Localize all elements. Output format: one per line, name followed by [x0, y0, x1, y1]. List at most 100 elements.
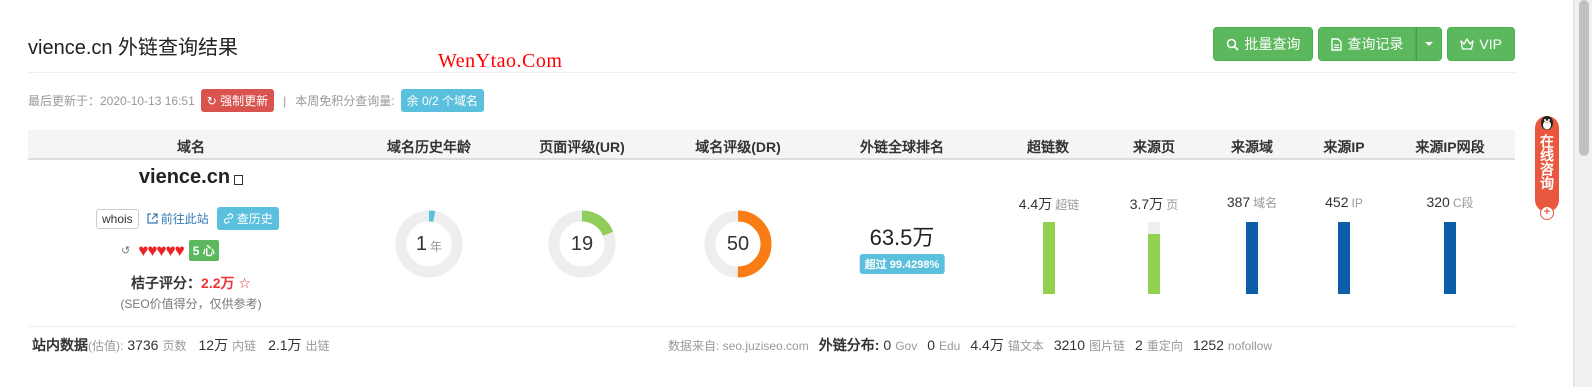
top-actions: 批量查询 查询记录 VIP [1213, 27, 1515, 61]
domain-links: whois 前往此站 查历史 [96, 207, 279, 230]
check-history-button[interactable]: 查历史 [216, 207, 279, 230]
whois-button[interactable]: whois [96, 208, 139, 229]
source-domains-bar-fill [1246, 222, 1258, 294]
link-distribution: 数据来自: seo.juziseo.com 外链分布: 0 Gov 0 Edu 4.… [668, 335, 1272, 355]
vip-button[interactable]: VIP [1447, 27, 1515, 61]
column-header: 超链数 [1027, 139, 1069, 155]
redirect-value: 2 [1135, 337, 1143, 353]
column-header: 来源IP网段 [1415, 139, 1485, 155]
header-divider [28, 72, 1515, 73]
source-ip-segments-value: 320 [1426, 194, 1450, 210]
site-stats-label: 站内数据 [32, 337, 88, 353]
table-header: 域名 域名历史年龄 页面评级(UR) 域名评级(DR) 外链全球排名 超链数 来… [28, 130, 1515, 160]
redirect-unit: 重定向 [1146, 339, 1183, 353]
online-consult-button[interactable]: 在线咨询 + [1535, 116, 1559, 220]
backlinks-bar: 4.4万 超链 [999, 194, 1099, 294]
rating-row: ↺ ♥♥♥♥♥ 5 心 [121, 240, 219, 261]
quota-badge: 余 0/2 个域名 [400, 89, 484, 112]
meta-row: 最后更新于：2020-10-13 16:51 ↻ 强制更新 | 本周免积分查询量… [28, 89, 484, 112]
ur-donut-label: 19 [548, 210, 616, 278]
age-unit: 年 [430, 239, 443, 254]
bar-label: 4.4万 超链 [999, 194, 1099, 214]
batch-query-label: 批量查询 [1244, 36, 1301, 52]
pages-unit: 页数 [162, 339, 187, 353]
bar-track [1148, 222, 1160, 294]
distribution-label: 外链分布: [818, 337, 880, 353]
bar-track [1043, 222, 1055, 294]
footer-divider [28, 326, 1515, 327]
link-icon [223, 213, 233, 224]
search-icon [1227, 38, 1240, 51]
ur-donut: 19 [548, 210, 616, 278]
gov-unit: Gov [895, 339, 918, 353]
source-pages-bar: 3.7万页 [1104, 194, 1204, 294]
bar-track [1444, 222, 1456, 294]
source-pages-value: 3.7万 [1129, 196, 1164, 212]
quota-text: 本周免积分查询量: [295, 94, 395, 108]
history-dropdown: 查询记录 [1318, 27, 1443, 61]
query-history-button[interactable]: 查询记录 [1318, 27, 1417, 61]
scrollbar-thumb[interactable] [1579, 0, 1589, 156]
site-stats-est: (估值): [88, 339, 124, 353]
anchor-unit: 锚文本 [1007, 339, 1044, 353]
refresh-icon[interactable]: ↺ [121, 244, 130, 257]
crown-icon [1460, 38, 1475, 50]
batch-query-button[interactable]: 批量查询 [1213, 27, 1314, 61]
bar-label: 452 IP [1294, 194, 1394, 210]
force-update-button[interactable]: ↻ 强制更新 [200, 89, 275, 112]
source-ip-segments-bar-fill [1444, 222, 1456, 294]
source-domains-value: 387 [1226, 194, 1251, 210]
outer-links-value: 2.1万 [268, 337, 302, 353]
chevron-down-icon [1425, 42, 1434, 46]
dr-donut-label: 50 [704, 210, 772, 278]
check-history-label: 查历史 [236, 212, 273, 226]
data-source-text: 数据来自: seo.juziseo.com [668, 339, 809, 353]
global-rank-cell: 63.5万 超过 99.4298% [859, 220, 945, 274]
dr-value: 50 [726, 232, 750, 255]
vertical-scrollbar[interactable] [1574, 0, 1592, 387]
source-ips-bar-fill [1338, 222, 1350, 294]
bar-label: 3.7万页 [1104, 194, 1204, 214]
edu-unit: Edu [939, 339, 961, 353]
heart-rating: ♥♥♥♥♥ [138, 240, 184, 260]
column-header: 页面评级(UR) [539, 139, 625, 155]
column-header: 来源IP [1323, 139, 1365, 155]
domain-name: vience.cn [138, 166, 231, 188]
bar-track [1338, 222, 1350, 294]
star-icon[interactable]: ☆ [238, 275, 251, 291]
nofollow-value: 1252 [1192, 337, 1224, 353]
column-header: 域名评级(DR) [695, 139, 781, 155]
inner-links-value: 12万 [198, 337, 229, 353]
score-label: 桔子评分： [131, 275, 202, 291]
last-updated-text: 最后更新于：2020-10-13 16:51 [28, 94, 195, 108]
qq-penguin-icon [1541, 116, 1553, 130]
age-donut-label: 1年 [395, 210, 463, 278]
source-pages-bar-fill [1148, 233, 1160, 294]
history-caret-button[interactable] [1416, 27, 1443, 61]
gov-value: 0 [883, 337, 892, 353]
column-header: 来源页 [1133, 139, 1175, 155]
force-update-label: 强制更新 [220, 94, 269, 108]
nofollow-unit: nofollow [1227, 339, 1273, 353]
age-value: 1 [415, 232, 428, 255]
site-stats: 站内数据 (估值): 3736 页数 12万 内链 2.1万 出链 [32, 335, 330, 355]
meta-separator: | [283, 93, 287, 108]
bar-label: 320 C段 [1400, 194, 1500, 211]
source-domains-bar: 387 域名 [1202, 194, 1302, 294]
inner-links-unit: 内链 [232, 339, 257, 353]
global-rank-badge: 超过 99.4298% [859, 254, 945, 274]
backlinks-bar-fill [1043, 222, 1055, 294]
source-ip-segments-bar: 320 C段 [1400, 194, 1500, 294]
image-links-value: 3210 [1053, 337, 1085, 353]
query-history-label: 查询记录 [1347, 36, 1404, 52]
bar-label: 387 域名 [1202, 194, 1302, 211]
visit-site-label: 前往此站 [160, 212, 209, 226]
backlinks-unit: 超链 [1055, 198, 1080, 212]
score-note: (SEO价值得分，仅供参考) [120, 297, 262, 311]
watermark: WenYtao.Com [438, 50, 563, 72]
source-ips-bar: 452 IP [1294, 194, 1394, 294]
bar-track [1246, 222, 1258, 294]
copy-icon[interactable] [234, 174, 244, 185]
visit-site-link[interactable]: 前往此站 [147, 210, 209, 227]
outer-links-unit: 出链 [305, 339, 330, 353]
